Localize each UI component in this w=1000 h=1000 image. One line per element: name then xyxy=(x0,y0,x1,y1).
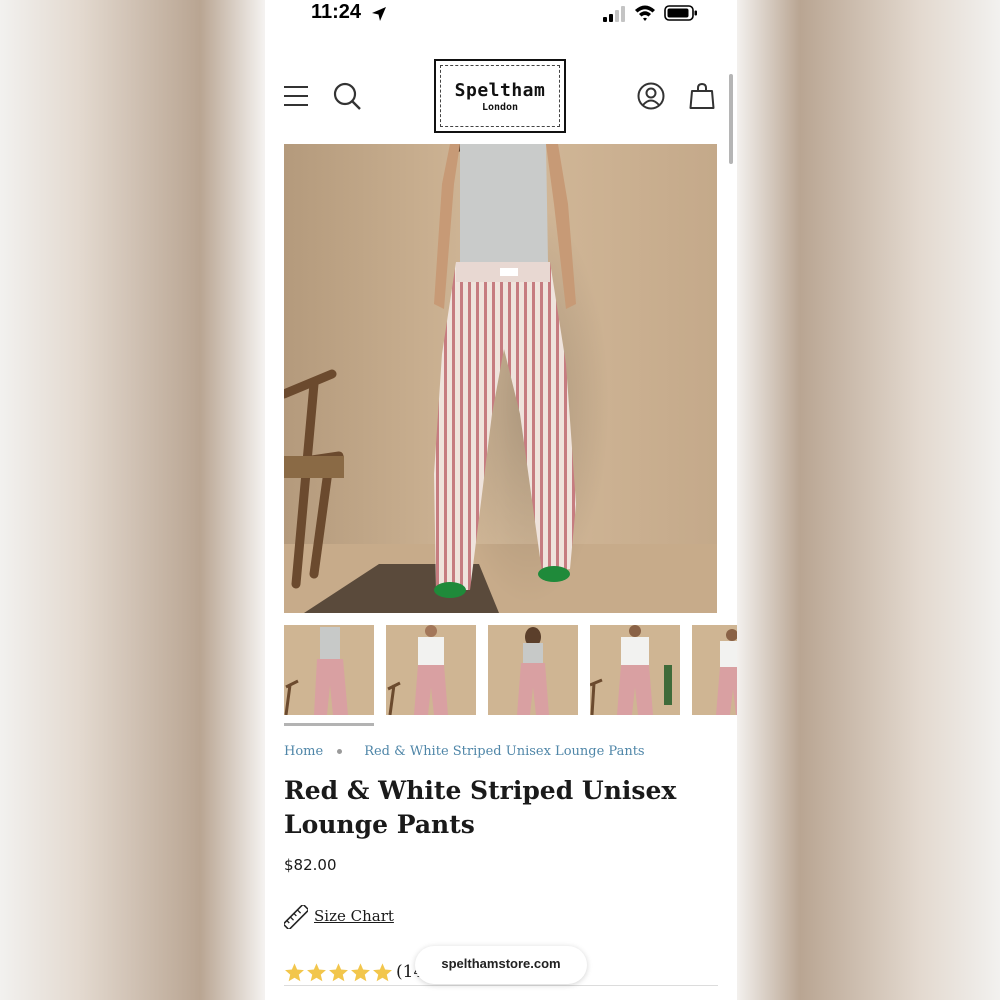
thumbnail-strip xyxy=(284,625,737,717)
logo-name: Speltham xyxy=(454,80,546,101)
account-icon[interactable] xyxy=(637,82,665,110)
product-main-image[interactable] xyxy=(284,144,717,613)
thumbnail-active-indicator xyxy=(284,723,374,726)
thumbnail-1[interactable] xyxy=(284,625,374,715)
breadcrumb-current-link[interactable]: Red & White Striped Unisex Lounge Pants xyxy=(364,744,644,759)
breadcrumb: Home Red & White Striped Unisex Lounge Pa… xyxy=(284,744,724,766)
size-chart-label: Size Chart xyxy=(314,907,394,925)
battery-icon xyxy=(664,5,697,21)
thumbnail-2[interactable] xyxy=(386,625,476,715)
hamburger-menu-icon[interactable] xyxy=(283,84,309,108)
logo-frame: Speltham London xyxy=(440,65,560,127)
phone-screen: 11:24 Speltham London Home Red & White S… xyxy=(265,0,737,1000)
thumbnail-5[interactable] xyxy=(692,625,737,715)
cellular-signal-icon xyxy=(603,6,625,22)
star-icon xyxy=(351,963,370,982)
shopping-bag-icon[interactable] xyxy=(689,82,715,110)
status-time: 11:24 xyxy=(311,1,362,23)
site-header: Speltham London xyxy=(265,55,737,137)
browser-url-bar[interactable]: spelthamstore.com xyxy=(415,946,587,984)
star-icon xyxy=(307,963,326,982)
ruler-icon xyxy=(284,905,308,929)
star-icon xyxy=(329,963,348,982)
star-icon xyxy=(373,963,392,982)
store-logo[interactable]: Speltham London xyxy=(434,59,566,133)
location-arrow-icon xyxy=(372,7,386,21)
breadcrumb-separator xyxy=(337,749,343,754)
breadcrumb-home-link[interactable]: Home xyxy=(284,744,323,759)
thumbnail-3[interactable] xyxy=(488,625,578,715)
page-scrollbar[interactable] xyxy=(729,74,733,164)
section-divider xyxy=(284,985,718,986)
product-title: Red & White Striped Unisex Lounge Pants xyxy=(284,776,677,839)
wifi-icon xyxy=(635,5,655,21)
product-price: $82.00 xyxy=(284,856,337,874)
status-bar: 11:24 xyxy=(265,0,737,30)
star-icon xyxy=(285,963,304,982)
logo-subtitle: London xyxy=(481,102,519,113)
search-icon[interactable] xyxy=(333,82,361,110)
thumbnail-4[interactable] xyxy=(590,625,680,715)
